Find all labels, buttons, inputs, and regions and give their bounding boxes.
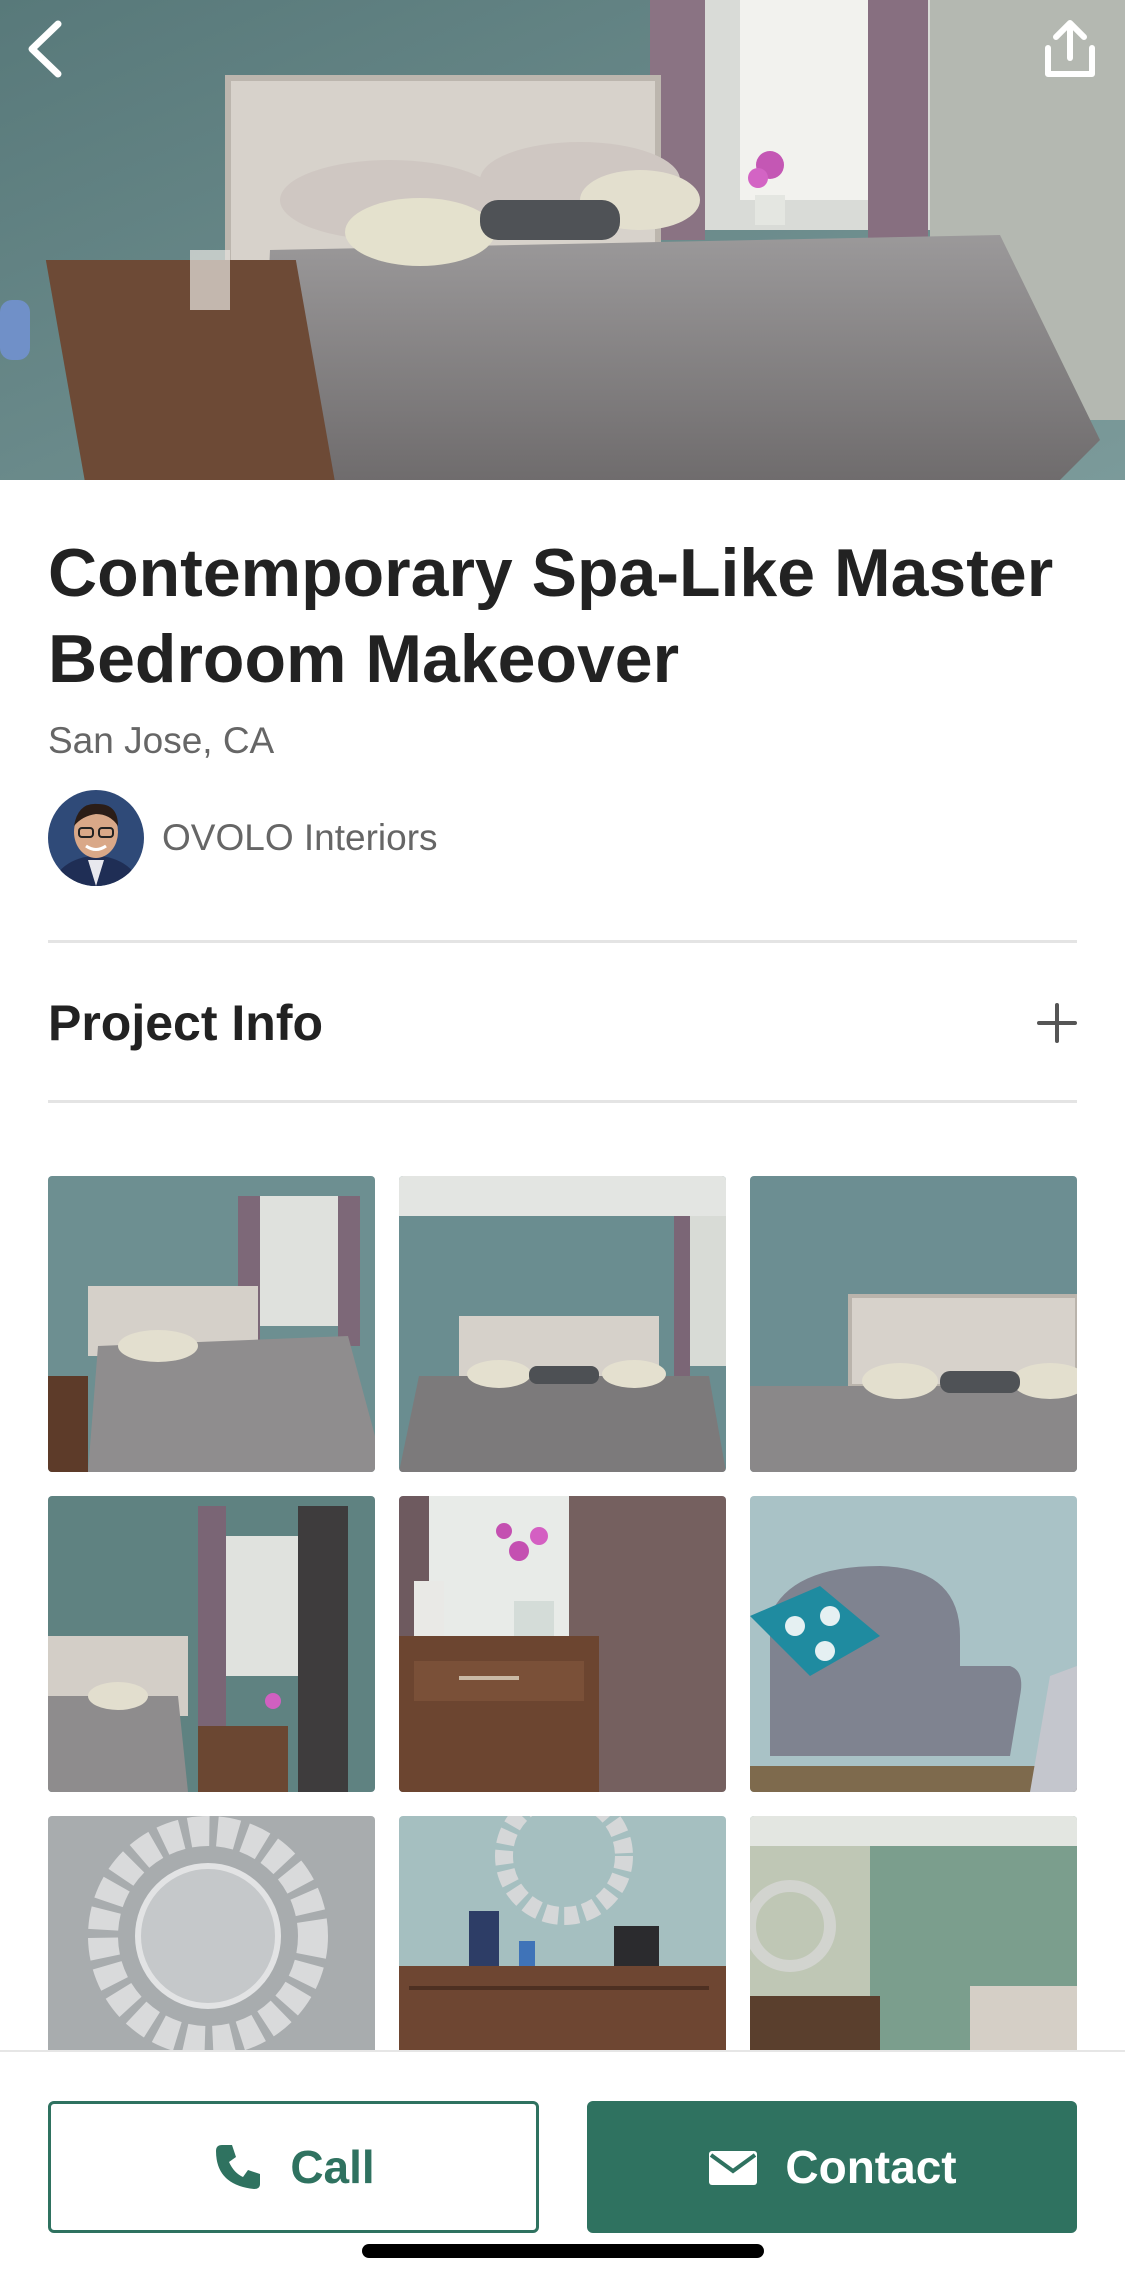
gallery-thumbnail[interactable]: [399, 1496, 726, 1792]
chevron-left-icon: [28, 20, 62, 78]
project-info-toggle[interactable]: Project Info: [48, 944, 1077, 1102]
gallery-thumbnail[interactable]: [48, 1496, 375, 1792]
gallery-thumbnail[interactable]: [399, 1816, 726, 2050]
divider: [48, 940, 1077, 943]
gallery-thumbnail[interactable]: [750, 1176, 1077, 1472]
gallery-thumbnail[interactable]: [48, 1176, 375, 1472]
divider: [48, 1100, 1077, 1103]
call-button[interactable]: Call: [48, 2101, 539, 2233]
share-icon: [1045, 20, 1095, 77]
home-indicator: [362, 2244, 764, 2258]
project-title: Contemporary Spa-Like Master Bedroom Mak…: [48, 535, 1054, 697]
professional-name: OVOLO Interiors: [162, 817, 438, 858]
gallery-thumbnail[interactable]: [750, 1496, 1077, 1792]
gallery-thumbnail[interactable]: [750, 1816, 1077, 2050]
project-location: San Jose, CA: [48, 720, 275, 761]
photo-gallery: [48, 1176, 1077, 2050]
contact-label: Contact: [785, 2141, 957, 2193]
contact-button[interactable]: Contact: [587, 2101, 1077, 2233]
call-label: Call: [290, 2141, 375, 2193]
gallery-thumbnail[interactable]: [48, 1816, 375, 2050]
envelope-icon: [709, 2151, 758, 2185]
phone-icon: [216, 2145, 261, 2189]
plus-icon: [1037, 1003, 1077, 1043]
professional-link[interactable]: OVOLO Interiors: [48, 790, 438, 886]
back-button[interactable]: [10, 14, 80, 84]
share-button[interactable]: [1035, 14, 1105, 84]
hero-photo[interactable]: [0, 0, 1125, 480]
gallery-thumbnail[interactable]: [399, 1176, 726, 1472]
project-info-label: Project Info: [48, 995, 324, 1051]
avatar[interactable]: [48, 790, 144, 886]
